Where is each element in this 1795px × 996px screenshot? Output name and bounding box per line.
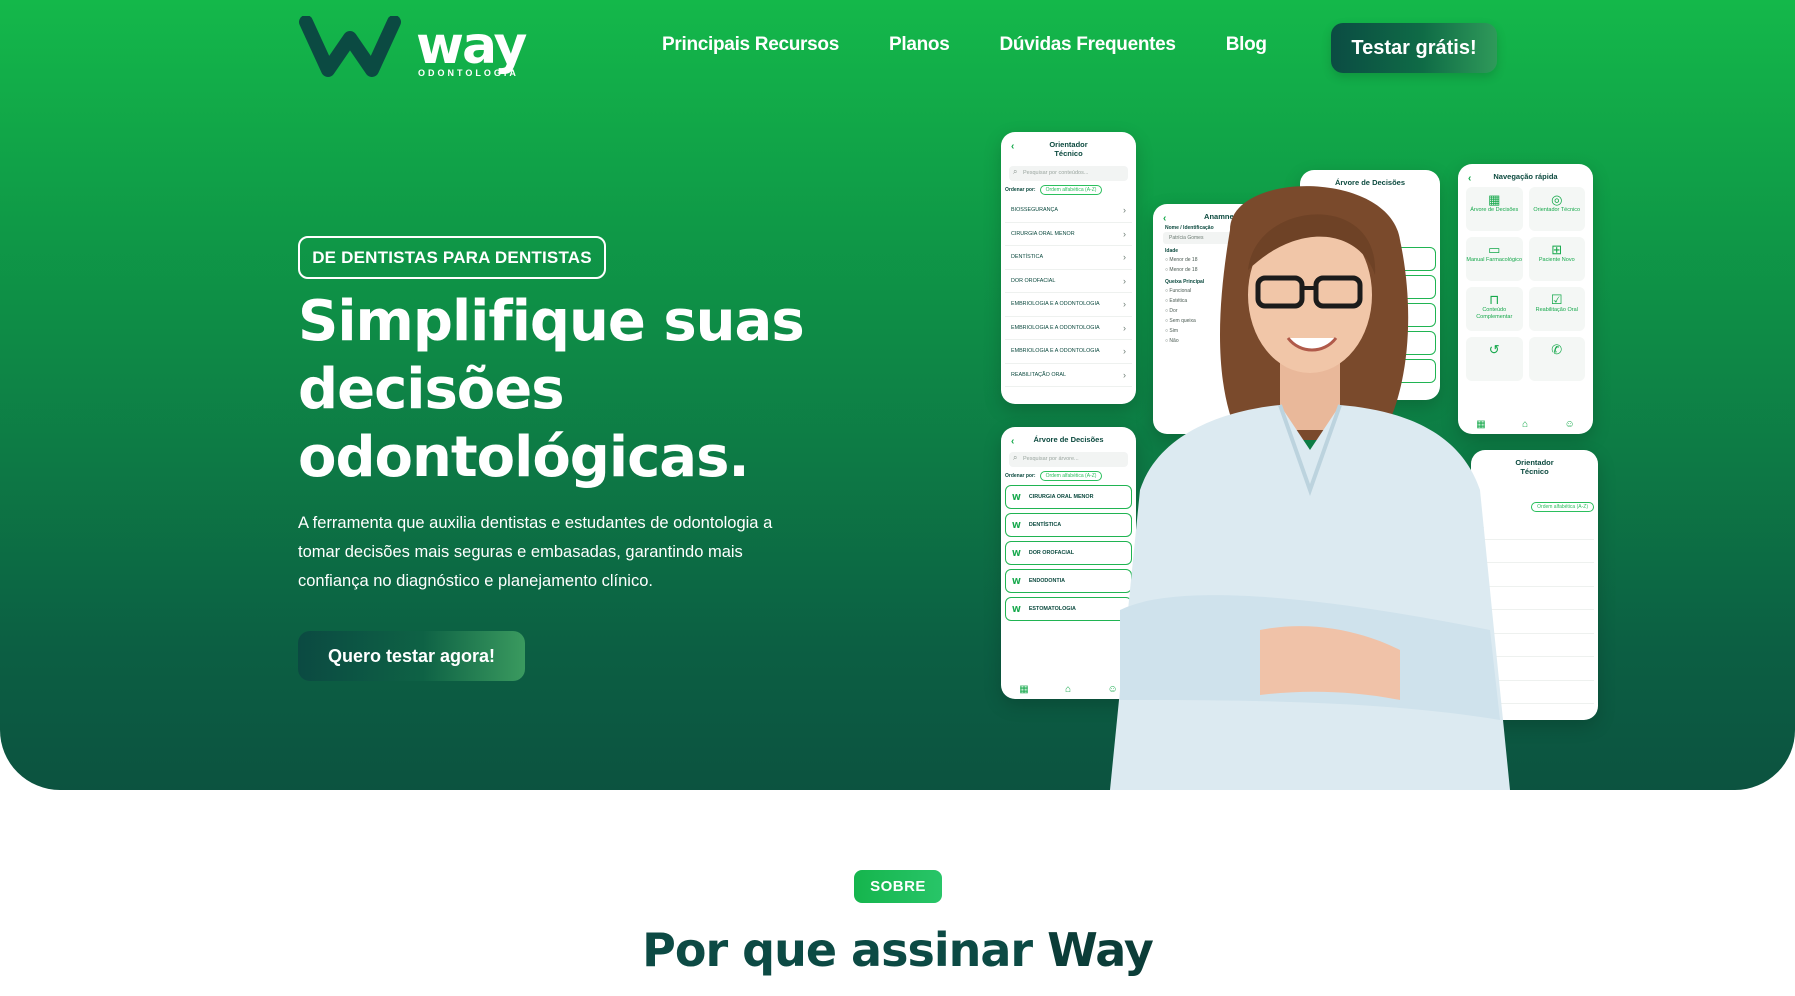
logo-w-icon: W [1012,604,1021,614]
nav-link-planos[interactable]: Planos [889,34,950,56]
try-now-button[interactable]: Quero testar agora! [298,631,525,681]
mock-tile-label: Paciente Novo [1538,257,1575,263]
test-free-button[interactable]: Testar grátis! [1331,23,1497,73]
mock-header: ‹ Orientador Técnico [1001,132,1136,158]
mock-sort-label: Ordenar por: [1005,473,1036,479]
user-icon: ☺ [1564,419,1575,430]
dentist-photo [1110,186,1510,790]
logo-w-icon: W [1012,520,1021,530]
logo-w-icon: W [1012,548,1021,558]
home-icon: ⌂ [1065,684,1072,695]
list-item-label: ESTOMATOLOGIA [1028,606,1076,612]
hero-headline-line-1: Simplifique suas [298,289,805,354]
hero-headline-line-3: odontológicas. [298,425,750,490]
list-item-label: ENDODONTIA [1028,578,1066,584]
logo[interactable]: way ODONTOLOGIA [298,16,527,78]
logo-word: way [416,16,527,76]
hero-headline: Simplifique suas decisões odontológicas. [298,288,858,492]
grid-icon: ▦ [1019,684,1029,695]
logo-w-icon: W [1012,576,1021,586]
about-badge: SOBRE [854,870,942,903]
hero-description: A ferramenta que auxilia dentistas e est… [298,514,773,590]
back-icon: ‹ [1011,141,1015,152]
about-title-brand: Way [1047,923,1154,977]
mock-sort-label: Ordenar por: [1005,187,1036,193]
mock-sort-value: Ordem alfabética (A-Z) [1531,502,1594,512]
mock-tile-label: Orientador Técnico [1533,207,1581,213]
nav-link-blog[interactable]: Blog [1226,34,1267,56]
back-icon: ‹ [1011,436,1015,447]
hero-tag: DE DENTISTAS PARA DENTISTAS [298,236,606,279]
main-nav: Principais Recursos Planos Dúvidas Frequ… [662,34,1267,56]
mock-title-2: Técnico [1054,149,1083,158]
list-item-label: DENTÍSTICA [1028,522,1062,528]
hero-section: way ODONTOLOGIA Principais Recursos Plan… [0,0,1795,790]
logo-w-icon [299,16,401,77]
mock-title-1: Orientador [1049,140,1088,149]
hero-headline-line-2: decisões [298,357,565,422]
about-title: Por que assinar Way [0,923,1795,977]
logo-w-icon: W [1012,492,1021,502]
nav-link-duvidas-frequentes[interactable]: Dúvidas Frequentes [1000,34,1177,56]
list-item-label: DOR OROFACIAL [1028,550,1075,556]
nav-link-principais-recursos[interactable]: Principais Recursos [662,34,839,56]
about-title-prefix: Por que assinar [642,923,1048,977]
mock-tile-label: Reabilitação Oral [1535,307,1578,313]
logo-subtitle: ODONTOLOGIA [418,68,519,78]
